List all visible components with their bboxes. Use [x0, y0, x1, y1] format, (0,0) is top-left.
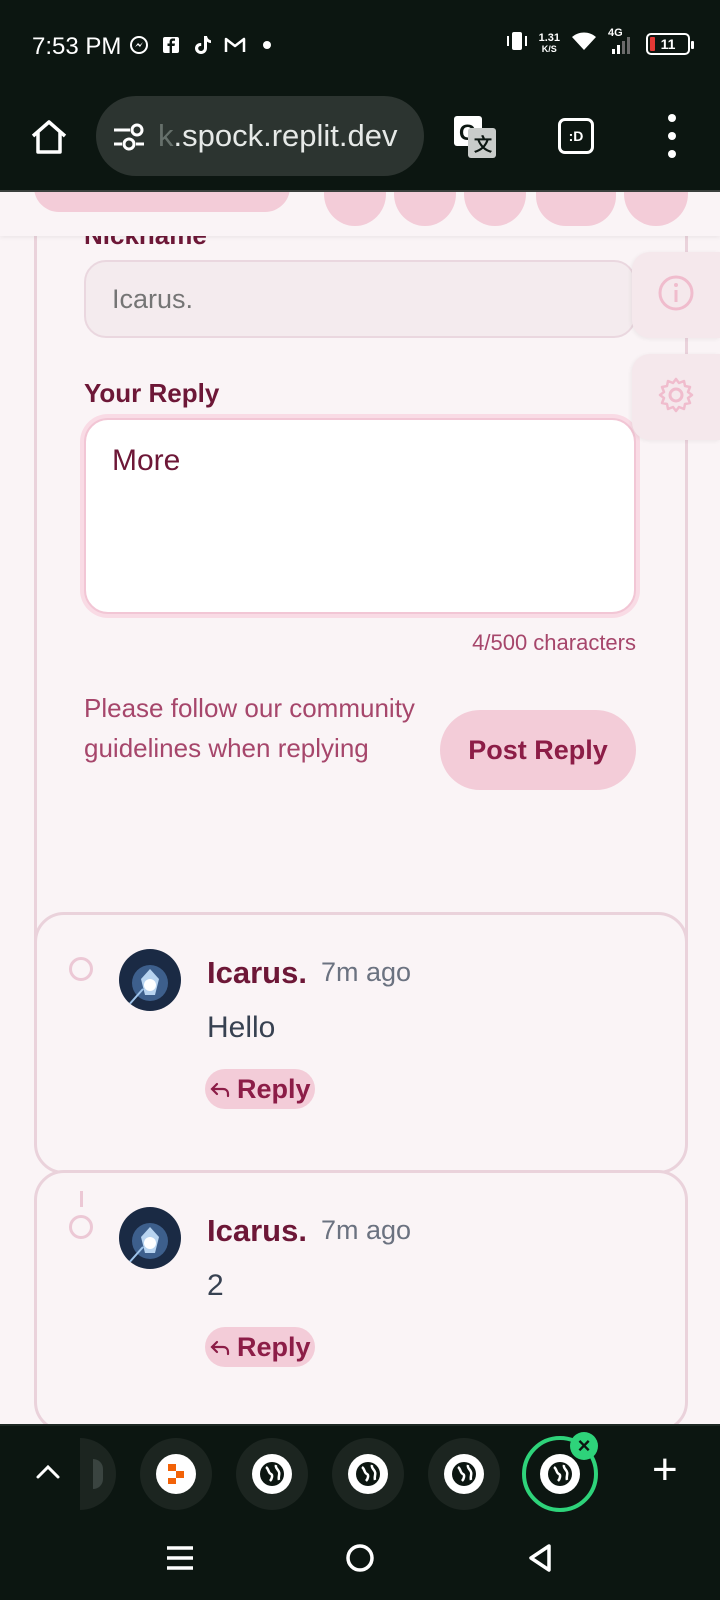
- status-time: 7:53 PM: [32, 33, 122, 60]
- active-tab-thumbnail[interactable]: ×: [522, 1432, 598, 1512]
- gear-icon: [657, 376, 695, 419]
- post-reply-button[interactable]: Post Reply: [440, 710, 636, 790]
- reply-arrow-icon: [210, 1340, 230, 1356]
- tab-strip: × +: [0, 1424, 720, 1518]
- chevron-up-icon[interactable]: [34, 1458, 62, 1491]
- header-chip[interactable]: [536, 192, 616, 226]
- net-speed-unit: K/S: [541, 43, 557, 54]
- browser-toolbar: k.spock.replit.dev G文 :D: [0, 94, 720, 192]
- reply-textarea[interactable]: More: [84, 418, 636, 614]
- comment-card: Icarus. 7m ago Hello Reply: [34, 912, 688, 1174]
- status-bar: 7:53 PM 1.31 K/S 4G 11: [0, 0, 720, 94]
- thread-dot: [69, 1215, 93, 1239]
- url-fade: k: [158, 118, 174, 153]
- comment-author: Icarus.: [207, 955, 307, 990]
- settings-button[interactable]: [632, 354, 720, 440]
- header-chip[interactable]: [324, 192, 386, 226]
- globe-icon: [348, 1454, 388, 1494]
- facebook-icon: [160, 34, 182, 56]
- globe-icon: [252, 1454, 292, 1494]
- thread-dot: [69, 957, 93, 981]
- info-button[interactable]: [632, 252, 720, 338]
- url-text[interactable]: k.spock.replit.dev: [158, 118, 398, 154]
- address-bar[interactable]: k.spock.replit.dev: [96, 96, 424, 176]
- back-icon[interactable]: [516, 1534, 564, 1582]
- translate-icon[interactable]: G文: [452, 114, 498, 160]
- globe-icon: [444, 1454, 484, 1494]
- battery-indicator: 11: [646, 32, 694, 55]
- reply-button[interactable]: Reply: [205, 1327, 315, 1367]
- vibrate-icon: [505, 30, 529, 57]
- home-icon[interactable]: [28, 116, 70, 158]
- reply-label: Reply: [237, 1331, 311, 1362]
- system-status: 1.31 K/S 4G 11: [505, 27, 694, 57]
- messenger-icon: [128, 34, 150, 56]
- more-notifications-icon: [256, 34, 278, 56]
- comment-card: Icarus. 7m ago 2 Reply: [34, 1170, 688, 1424]
- new-tab-icon[interactable]: +: [652, 1448, 678, 1492]
- header-chip[interactable]: [394, 192, 456, 226]
- tab-thumbnail[interactable]: [428, 1438, 500, 1510]
- comment-time: 7m ago: [321, 1215, 412, 1245]
- globe-icon: [540, 1454, 580, 1494]
- comment-time: 7m ago: [321, 957, 412, 987]
- notification-icons: [128, 34, 278, 56]
- tiktok-icon: [192, 34, 214, 56]
- reply-label: Your Reply: [84, 378, 220, 408]
- network-speed: 1.31 K/S: [538, 31, 560, 55]
- cellular-signal-icon: 4G: [608, 27, 636, 55]
- svg-text:文: 文: [474, 134, 493, 155]
- gmail-icon: [224, 34, 246, 56]
- reply-label: Reply: [237, 1073, 311, 1104]
- reply-button[interactable]: Reply: [205, 1069, 315, 1109]
- header-chip[interactable]: [624, 192, 688, 226]
- avatar[interactable]: [119, 1207, 181, 1269]
- reply-arrow-icon: [210, 1082, 230, 1098]
- tab-thumbnail[interactable]: [80, 1438, 116, 1510]
- avatar[interactable]: [119, 949, 181, 1011]
- guidelines-text: Please follow our community guidelines w…: [84, 693, 415, 763]
- replit-icon: [156, 1454, 196, 1494]
- wifi-icon: [570, 30, 598, 57]
- info-icon: [657, 274, 695, 317]
- character-count: 4/500 characters: [472, 630, 636, 655]
- close-tab-icon[interactable]: ×: [570, 1432, 598, 1460]
- home-nav-icon[interactable]: [336, 1534, 384, 1582]
- tab-switcher-button[interactable]: :D: [558, 118, 594, 154]
- web-page: Nickname Your Reply More 4/500 character…: [0, 192, 720, 1424]
- url-domain: .spock.replit.dev: [173, 118, 398, 153]
- tab-thumbnail[interactable]: [140, 1438, 212, 1510]
- site-settings-icon[interactable]: [112, 122, 146, 157]
- system-nav-bar: [0, 1518, 720, 1600]
- tab-thumbnail[interactable]: [332, 1438, 404, 1510]
- sticky-header-fragment: [0, 192, 720, 236]
- thread-line: [80, 1191, 83, 1207]
- network-type: 4G: [608, 26, 623, 39]
- net-speed-value: 1.31: [538, 31, 560, 44]
- comment-text: Hello: [207, 1011, 276, 1044]
- tab-thumbnail[interactable]: [236, 1438, 308, 1510]
- header-chip[interactable]: [464, 192, 526, 226]
- comment-author: Icarus.: [207, 1213, 307, 1248]
- nickname-input[interactable]: [84, 260, 636, 338]
- partial-tab-favicon: [93, 1459, 103, 1489]
- comment-text: 2: [207, 1269, 224, 1302]
- overflow-menu-icon[interactable]: [664, 114, 680, 158]
- header-chip[interactable]: [34, 192, 290, 212]
- recent-apps-icon[interactable]: [156, 1534, 204, 1582]
